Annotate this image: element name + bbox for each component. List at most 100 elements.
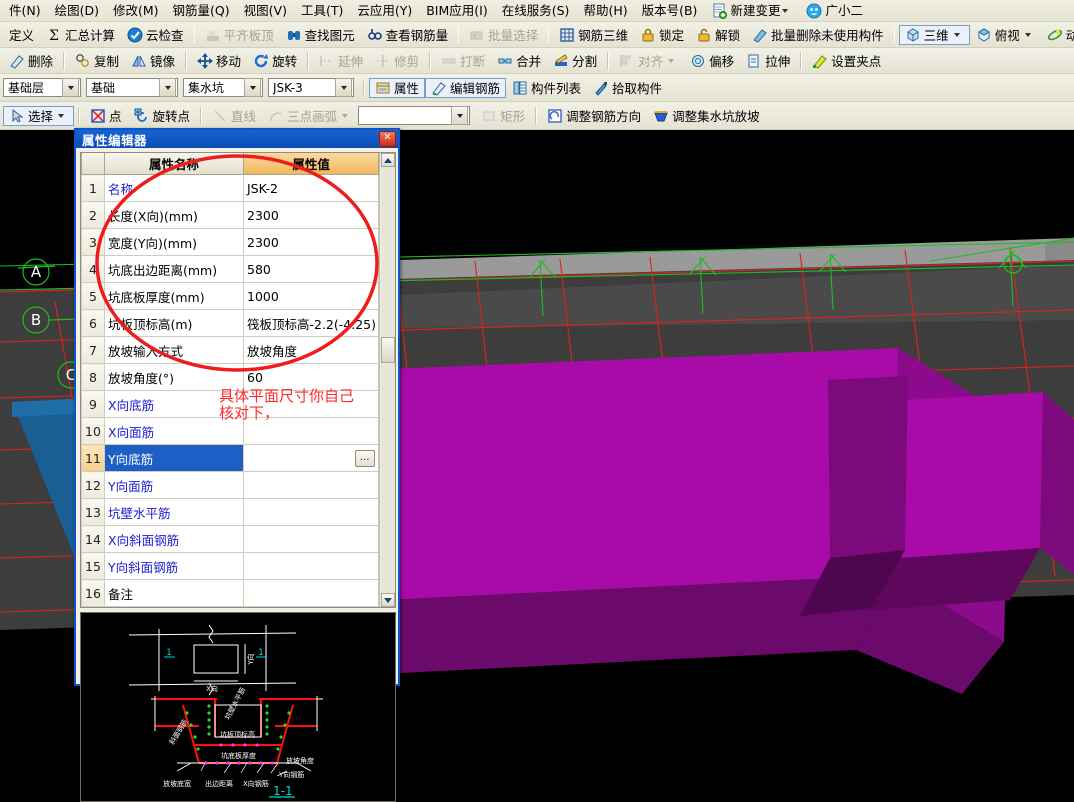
property-value-cell[interactable]: 2300: [242, 228, 380, 256]
toolbar3-button-1[interactable]: 编辑钢筋: [425, 77, 507, 98]
property-name-cell[interactable]: X向底筋: [104, 390, 244, 418]
toolbar-button-8[interactable]: 合并: [491, 51, 547, 71]
table-row[interactable]: 13 坑壁水平筋: [81, 498, 380, 526]
property-value-cell[interactable]: [242, 525, 380, 553]
scroll-trough[interactable]: [380, 167, 395, 593]
property-name-cell[interactable]: 放坡输入方式: [104, 336, 244, 364]
table-row[interactable]: 3 宽度(Y向)(mm) 2300: [81, 228, 380, 256]
property-value-cell[interactable]: 放坡角度: [242, 336, 380, 364]
toolbar-button-10[interactable]: 批量删除未使用构件: [746, 25, 890, 45]
table-row[interactable]: 4 坑底出边距离(mm) 580: [81, 255, 380, 283]
toolbar-button-0[interactable]: 删除: [3, 51, 59, 71]
menu-item-5[interactable]: 工具(T): [294, 1, 350, 21]
table-row[interactable]: 15 Y向斜面钢筋: [81, 552, 380, 580]
menu-item-1[interactable]: 绘图(D): [48, 1, 106, 21]
toolbar-button-3[interactable]: 移动: [191, 51, 247, 71]
table-row[interactable]: 6 坑板顶标高(m) 筏板顶标高-2.2(-4.25): [81, 309, 380, 337]
property-value-cell[interactable]: JSK-2: [242, 174, 380, 202]
toolbar-button-9[interactable]: 分割: [547, 51, 603, 71]
property-name-cell[interactable]: 坑底板厚度(mm): [104, 282, 244, 310]
category-combo[interactable]: 基础: [86, 78, 178, 97]
chevron-down-icon[interactable]: [335, 78, 352, 97]
property-value-cell[interactable]: [242, 417, 380, 445]
table-row[interactable]: 12 Y向面筋: [81, 471, 380, 499]
property-name-cell[interactable]: 坑底出边距离(mm): [104, 255, 244, 283]
property-grid[interactable]: 属性名称 属性值 1 名称 JSK-2 2 长度(X向)(mm) 2300 3 宽度(Y向)(…: [80, 152, 396, 608]
table-row[interactable]: 9 X向底筋: [81, 390, 380, 418]
toolbar3-button-2[interactable]: 构件列表: [506, 78, 587, 98]
property-name-cell[interactable]: Y向底筋: [104, 444, 244, 472]
table-row[interactable]: 5 坑底板厚度(mm) 1000: [81, 282, 380, 310]
component-name-combo[interactable]: JSK-3: [268, 78, 354, 97]
toolbar3-button-0[interactable]: 属性: [369, 77, 426, 98]
toolbar3-button-3[interactable]: 拾取构件: [587, 78, 668, 98]
menu-item-2[interactable]: 修改(M): [106, 1, 166, 21]
menu-item-8[interactable]: 在线服务(S): [495, 1, 577, 21]
toolbar-button-4[interactable]: 查找图元: [280, 25, 361, 45]
table-row[interactable]: 16 备注: [81, 579, 380, 607]
property-value-cell[interactable]: [242, 552, 380, 580]
floor-combo[interactable]: 基础层: [3, 78, 81, 97]
property-name-cell[interactable]: 备注: [104, 579, 244, 607]
menu-item-10[interactable]: 版本号(B): [635, 1, 705, 21]
property-name-cell[interactable]: X向斜面钢筋: [104, 525, 244, 553]
property-value-cell[interactable]: [242, 471, 380, 499]
chevron-down-icon[interactable]: [244, 78, 261, 97]
property-name-cell[interactable]: Y向面筋: [104, 471, 244, 499]
toolbar-button-13[interactable]: 动态观察: [1041, 25, 1074, 45]
chevron-down-icon[interactable]: [953, 32, 960, 37]
table-row[interactable]: 2 长度(X向)(mm) 2300: [81, 201, 380, 229]
toolbar-button-2[interactable]: 镜像: [125, 51, 181, 71]
toolbar-button-13[interactable]: 设置夹点: [806, 51, 887, 71]
toolbar4-button-7[interactable]: 调整集水坑放坡: [647, 106, 766, 126]
property-grid-scrollbar[interactable]: [379, 153, 395, 607]
property-name-cell[interactable]: 名称: [104, 174, 244, 202]
dialog-title-bar[interactable]: 属性编辑器 ✕: [76, 130, 398, 148]
scroll-thumb[interactable]: [380, 337, 395, 364]
property-editor-dialog[interactable]: 属性编辑器 ✕ 属性名称 属性值 1 名称 JSK-2 2 长度(X向)(mm) 2300…: [74, 128, 400, 802]
chevron-down-icon[interactable]: [1024, 32, 1031, 37]
scroll-up-icon[interactable]: [380, 153, 395, 167]
chevron-down-icon[interactable]: [782, 8, 789, 13]
toolbar-button-11[interactable]: 三维: [898, 24, 970, 45]
property-value-cell[interactable]: [242, 579, 380, 607]
property-value-cell[interactable]: 1000: [242, 282, 380, 310]
component-type-combo[interactable]: 集水坑: [183, 78, 263, 97]
chevron-down-icon[interactable]: [159, 78, 176, 97]
property-name-cell[interactable]: 放坡角度(°): [104, 363, 244, 391]
toolbar4-button-6[interactable]: 调整钢筋方向: [541, 106, 647, 126]
menu-item-12[interactable]: 广小二: [799, 1, 870, 21]
toolbar-button-12[interactable]: 拉伸: [740, 51, 796, 71]
table-row[interactable]: 11 Y向底筋…: [81, 444, 380, 472]
property-value-cell[interactable]: [242, 498, 380, 526]
toolbar-button-12[interactable]: 俯视: [970, 25, 1041, 45]
toolbar-button-7[interactable]: 钢筋三维: [553, 25, 634, 45]
toolbar-button-1[interactable]: 复制: [69, 51, 125, 71]
property-value-cell[interactable]: 2300: [242, 201, 380, 229]
menu-item-11[interactable]: 新建变更: [704, 1, 799, 21]
menu-item-9[interactable]: 帮助(H): [576, 1, 634, 21]
toolbar-button-11[interactable]: 偏移: [684, 51, 740, 71]
toolbar-button-4[interactable]: 旋转: [247, 51, 303, 71]
toolbar4-button-1[interactable]: 点: [84, 106, 128, 126]
toolbar-button-5[interactable]: 查看钢筋量: [361, 25, 455, 45]
table-row[interactable]: 10 X向面筋: [81, 417, 380, 445]
property-name-cell[interactable]: Y向斜面钢筋: [104, 552, 244, 580]
toolbar4-button-0[interactable]: 选择: [3, 105, 75, 126]
property-name-cell[interactable]: X向面筋: [104, 417, 244, 445]
property-value-cell[interactable]: …: [242, 444, 380, 472]
toolbar-button-8[interactable]: 锁定: [634, 25, 690, 45]
menu-item-3[interactable]: 钢筋量(Q): [166, 1, 237, 21]
scroll-down-icon[interactable]: [380, 593, 395, 607]
property-value-cell[interactable]: [242, 390, 380, 418]
toolbar-button-1[interactable]: Σ 汇总计算: [40, 25, 121, 45]
table-row[interactable]: 7 放坡输入方式 放坡角度: [81, 336, 380, 364]
property-name-cell[interactable]: 坑壁水平筋: [104, 498, 244, 526]
property-value-cell[interactable]: 60: [242, 363, 380, 391]
property-value-cell[interactable]: 580: [242, 255, 380, 283]
property-name-cell[interactable]: 长度(X向)(mm): [104, 201, 244, 229]
chevron-down-icon[interactable]: [58, 113, 65, 118]
menu-item-4[interactable]: 视图(V): [237, 1, 294, 21]
menu-item-6[interactable]: 云应用(Y): [350, 1, 419, 21]
table-row[interactable]: 14 X向斜面钢筋: [81, 525, 380, 553]
